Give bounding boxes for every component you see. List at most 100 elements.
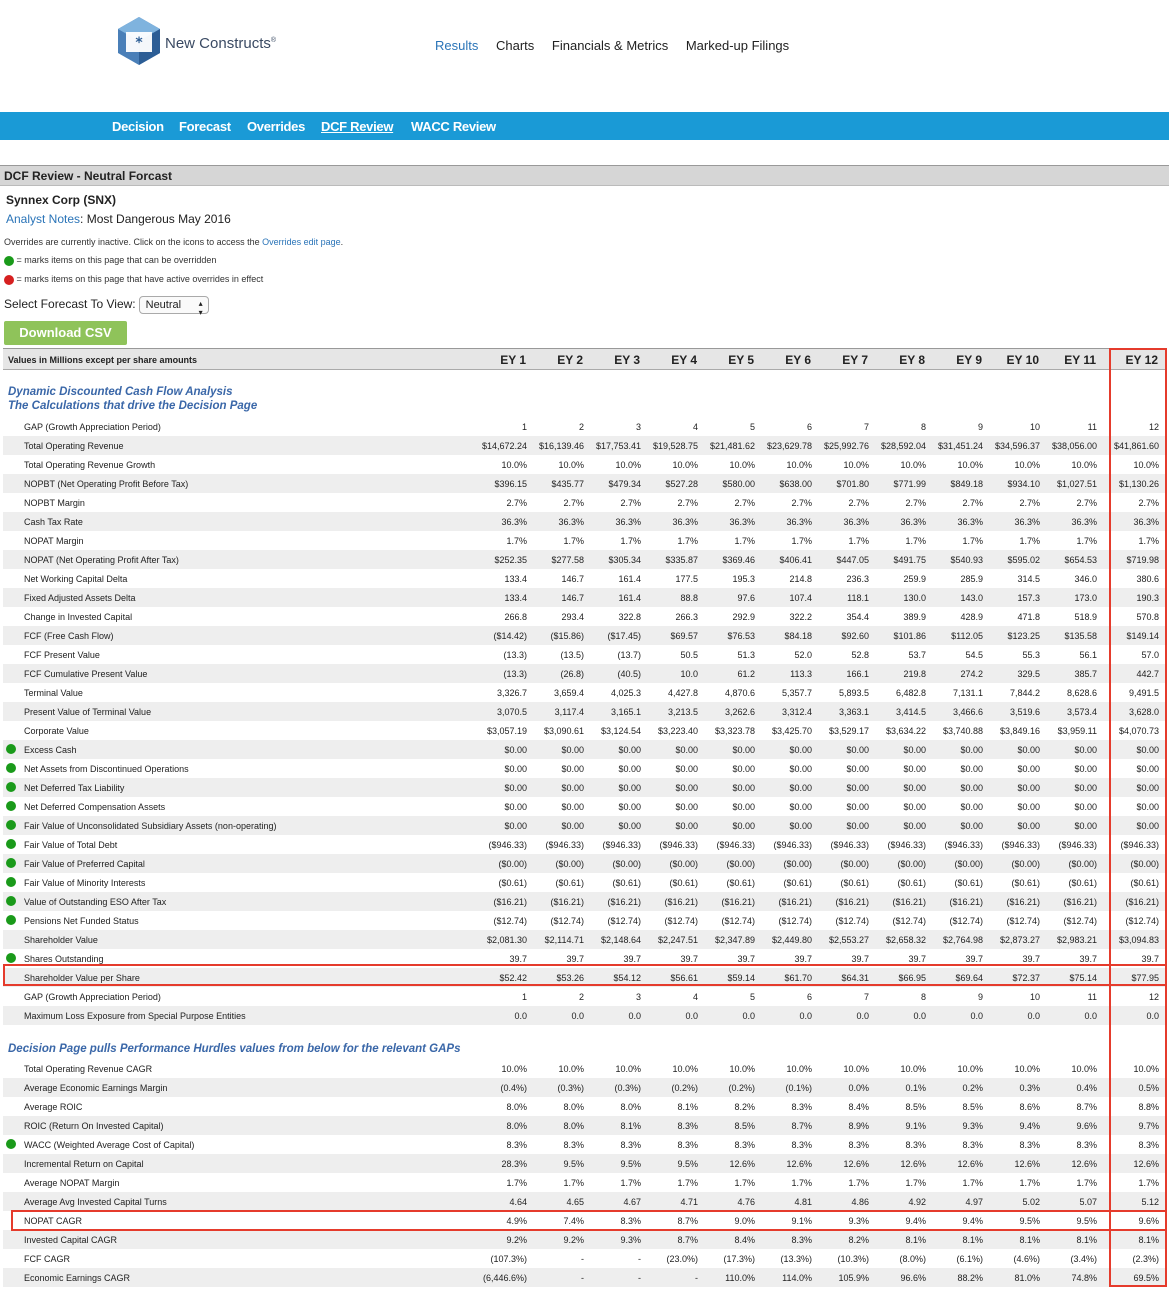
- cell-value: 39.7: [965, 954, 983, 964]
- override-dot-icon[interactable]: [6, 782, 16, 792]
- cell-value: 39.7: [1079, 954, 1097, 964]
- cell-value: (107.3%): [490, 1254, 527, 1264]
- cell-value: ($946.33): [659, 840, 698, 850]
- cell-value: ($12.74): [607, 916, 641, 926]
- cell-value: $0.00: [960, 745, 983, 755]
- tab-forecast[interactable]: Forecast: [179, 119, 231, 134]
- override-dot-icon[interactable]: [6, 839, 16, 849]
- cell-value: 214.8: [789, 574, 812, 584]
- cell-value: 1.7%: [905, 1178, 926, 1188]
- cell-value: 4.71: [680, 1197, 698, 1207]
- override-dot-icon[interactable]: [6, 877, 16, 887]
- cell-value: 4.97: [965, 1197, 983, 1207]
- cell-value: ($16.21): [1006, 897, 1040, 907]
- new-constructs-logo-icon[interactable]: *: [116, 16, 162, 66]
- row-label: Total Operating Revenue: [24, 441, 124, 451]
- cell-value: $0.00: [903, 745, 926, 755]
- tab-decision[interactable]: Decision: [112, 119, 164, 134]
- cell-value: ($0.00): [555, 859, 584, 869]
- cell-value: 4: [692, 422, 698, 432]
- cell-value: 9.6%: [1076, 1121, 1097, 1131]
- cell-value: 56.1: [1079, 650, 1097, 660]
- override-dot-icon[interactable]: [6, 1139, 16, 1149]
- legend-red: = marks items on this page that have act…: [4, 274, 263, 285]
- cell-value: $3,425.70: [771, 726, 812, 736]
- table-header-row: Values in Millions except per share amou…: [3, 348, 1167, 370]
- cell-value: $638.00: [779, 479, 812, 489]
- row-label: NOPBT (Net Operating Profit Before Tax): [24, 479, 189, 489]
- cell-value: 0.0: [742, 1011, 755, 1021]
- override-dot-icon[interactable]: [6, 801, 16, 811]
- nav-financials-metrics[interactable]: Financials & Metrics: [552, 38, 668, 53]
- override-dot-icon[interactable]: [6, 820, 16, 830]
- override-dot-icon[interactable]: [6, 763, 16, 773]
- forecast-select[interactable]: Neutral ▴ ▾: [138, 296, 209, 317]
- row-label: Economic Earnings CAGR: [24, 1273, 131, 1283]
- row-label: Present Value of Terminal Value: [24, 707, 152, 717]
- cell-value: 9.1%: [905, 1121, 926, 1131]
- cell-value: ($17.45): [607, 631, 641, 641]
- cell-value: $435.77: [551, 479, 584, 489]
- cell-value: 8.7%: [791, 1121, 812, 1131]
- cell-value: 39.7: [737, 954, 755, 964]
- cell-value: 10.0%: [729, 460, 755, 470]
- table-row: Average ROIC 8.0% 8.0% 8.0% 8.1% 8.2% 8.3% 8.4%…: [3, 1097, 1167, 1116]
- cell-value: 8.7%: [1076, 1102, 1097, 1112]
- cell-value: ($946.33): [488, 840, 527, 850]
- nav-charts[interactable]: Charts: [496, 38, 534, 53]
- override-dot-icon[interactable]: [6, 953, 16, 963]
- cell-value: 12.6%: [1014, 1159, 1040, 1169]
- cell-value: 8.0%: [620, 1102, 641, 1112]
- cell-value: 39.7: [794, 954, 812, 964]
- tab-wacc-review[interactable]: WACC Review: [411, 119, 496, 134]
- cell-value: ($0.00): [669, 859, 698, 869]
- cell-value: ($16.21): [607, 897, 641, 907]
- cell-value: 8.6%: [1019, 1102, 1040, 1112]
- override-dot-icon[interactable]: [6, 858, 16, 868]
- cell-value: 385.7: [1074, 669, 1097, 679]
- row-label: ROIC (Return On Invested Capital): [24, 1121, 164, 1131]
- overrides-edit-link[interactable]: Overrides edit page: [262, 237, 341, 247]
- cell-value: $0.00: [1017, 764, 1040, 774]
- cell-value: $0.00: [561, 802, 584, 812]
- cell-value: 0.0%: [848, 1083, 869, 1093]
- tab-dcf-review[interactable]: DCF Review: [321, 119, 393, 134]
- cell-value: ($946.33): [545, 840, 584, 850]
- cell-value: $0.00: [846, 745, 869, 755]
- download-csv-button[interactable]: Download CSV: [4, 321, 127, 345]
- cell-value: 52.0: [794, 650, 812, 660]
- analyst-notes-link[interactable]: Analyst Notes: [6, 212, 80, 226]
- cell-value: 8.3%: [734, 1140, 755, 1150]
- cell-value: 1.7%: [506, 536, 527, 546]
- cell-value: 8.5%: [734, 1121, 755, 1131]
- cell-value: (0.2%): [728, 1083, 755, 1093]
- row-label: Fair Value of Preferred Capital: [24, 859, 145, 869]
- row-label: Total Operating Revenue Growth: [24, 460, 156, 470]
- cell-value: $135.58: [1064, 631, 1097, 641]
- table-header-label: Values in Millions except per share amou…: [8, 355, 198, 365]
- nav-marked-up-filings[interactable]: Marked-up Filings: [686, 38, 789, 53]
- cell-value: $305.34: [608, 555, 641, 565]
- cell-value: 2.7%: [506, 498, 527, 508]
- cell-value: $0.00: [903, 802, 926, 812]
- tab-overrides[interactable]: Overrides: [247, 119, 305, 134]
- cell-value: 8.3%: [506, 1140, 527, 1150]
- brand-name[interactable]: New Constructs®: [165, 35, 276, 52]
- cell-value: $2,873.27: [999, 935, 1040, 945]
- cell-value: $0.00: [1074, 783, 1097, 793]
- nopat-cagr-highlight: [11, 1210, 1167, 1231]
- override-dot-icon[interactable]: [6, 915, 16, 925]
- cell-value: 12.6%: [1071, 1159, 1097, 1169]
- cell-value: $0.00: [1017, 783, 1040, 793]
- cell-value: -: [638, 1273, 641, 1283]
- cell-value: $0.00: [561, 783, 584, 793]
- table-row: Net Assets from Discontinued Operations $…: [3, 759, 1167, 778]
- cell-value: $1,027.51: [1056, 479, 1097, 489]
- cell-value: $701.80: [836, 479, 869, 489]
- cell-value: 10.0%: [957, 460, 983, 470]
- nav-results[interactable]: Results: [435, 38, 478, 53]
- override-dot-icon[interactable]: [6, 896, 16, 906]
- cell-value: 8.3%: [905, 1140, 926, 1150]
- green-dot-icon: [4, 255, 14, 266]
- override-dot-icon[interactable]: [6, 744, 16, 754]
